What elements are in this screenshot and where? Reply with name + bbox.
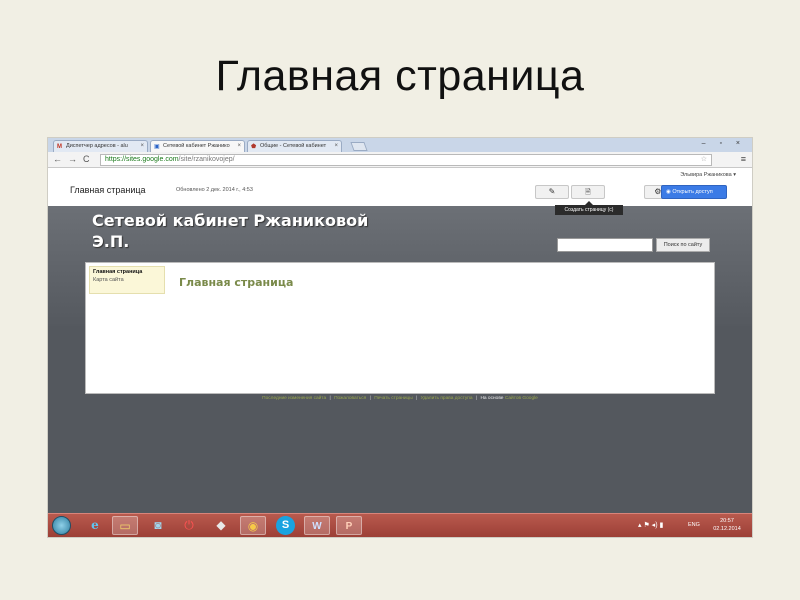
- forward-arrow-icon[interactable]: →: [68, 154, 77, 164]
- tab-shared[interactable]: ⬟ Общие - Сетевой кабинет ×: [247, 140, 342, 152]
- new-page-tooltip: Создать страницу (c): [555, 201, 623, 215]
- account-menu[interactable]: Эльвира Ржаникова ▾: [680, 172, 736, 178]
- tab-gmail[interactable]: M Диспетчер адресов - alu ×: [53, 140, 148, 152]
- clock-date: 02.12.2014: [713, 526, 741, 532]
- clock[interactable]: 20:57 02.12.2014: [708, 517, 746, 533]
- url-host: https://sites.google.com: [105, 156, 179, 163]
- footer-separator: |: [475, 396, 478, 401]
- powerpoint-icon[interactable]: P: [336, 516, 362, 535]
- shield-icon: ⬟: [251, 144, 257, 150]
- site-footer: Последние изменения сайта | Пожаловаться…: [48, 396, 752, 401]
- reload-icon[interactable]: C: [83, 154, 90, 164]
- share-label: Открыть доступ: [672, 189, 713, 195]
- sites-header: Эльвира Ржаникова ▾ Главная страница Обн…: [48, 168, 752, 206]
- back-arrow-icon[interactable]: ←: [53, 154, 62, 164]
- content-panel: Главная страница Карта сайта Главная стр…: [85, 262, 715, 394]
- updated-timestamp: Обновлено 2 дек. 2014 г., 4:53: [176, 187, 253, 193]
- edit-page-button[interactable]: ✎: [535, 185, 569, 199]
- url-path: /site/rzanikovojep/: [178, 156, 235, 163]
- footer-separator: |: [329, 396, 331, 401]
- file-explorer-icon[interactable]: ▭: [112, 516, 138, 535]
- power-app-icon[interactable]: ⏻: [176, 516, 202, 535]
- chrome-icon[interactable]: ◉: [240, 516, 266, 535]
- new-tab-button[interactable]: [350, 142, 368, 151]
- footer-link-remove-access[interactable]: Удалить права доступа: [421, 396, 473, 401]
- footer-link-recent-activity[interactable]: Последние изменения сайта: [262, 396, 326, 401]
- bookmark-star-icon[interactable]: ☆: [701, 155, 707, 163]
- close-icon[interactable]: ×: [334, 143, 338, 149]
- sidebar: Главная страница Карта сайта: [89, 266, 165, 294]
- windows-taskbar: e ▭ ◙ ⏻ ◆ ◉ S W P ▴ ⚑ ◂) ▮ ENG 20:57 02.…: [48, 513, 752, 537]
- google-sites-icon: ▣: [154, 144, 160, 150]
- navigation-bar: ← → C https://sites.google.com/site/rzan…: [48, 152, 752, 168]
- slide-title: Главная страница: [215, 52, 585, 100]
- close-icon[interactable]: ×: [140, 143, 144, 149]
- footer-separator: |: [416, 396, 418, 401]
- skype-app-icon[interactable]: ◙: [145, 516, 171, 535]
- clock-time: 20:57: [720, 518, 734, 524]
- pencil-icon: ✎: [548, 187, 556, 196]
- tab-strip: M Диспетчер адресов - alu × ▣ Сетевой ка…: [48, 138, 752, 152]
- word-icon[interactable]: W: [304, 516, 330, 535]
- browser-menu-icon[interactable]: ≡: [741, 154, 746, 164]
- new-page-icon: 🗎: [585, 189, 591, 196]
- address-bar[interactable]: https://sites.google.com/site/rzanikovoj…: [100, 154, 712, 166]
- media-app-icon[interactable]: ◆: [208, 516, 234, 535]
- sidebar-item-sitemap[interactable]: Карта сайта: [90, 275, 164, 283]
- content-title: Главная страница: [179, 276, 294, 289]
- share-button[interactable]: ◉ Открыть доступ: [661, 185, 727, 199]
- sidebar-item-home[interactable]: Главная страница: [90, 267, 164, 275]
- site-search-input[interactable]: [557, 238, 653, 252]
- tab-label: Общие - Сетевой кабинет: [260, 143, 327, 149]
- browser-screenshot: M Диспетчер адресов - alu × ▣ Сетевой ка…: [48, 138, 752, 537]
- internet-explorer-icon[interactable]: e: [82, 516, 108, 535]
- tab-label: Диспетчер адресов - alu: [66, 143, 128, 149]
- site-search-button[interactable]: Поиск по сайту: [656, 238, 710, 252]
- tab-google-sites[interactable]: ▣ Сетевой кабинет Ржанико ×: [150, 140, 245, 152]
- gmail-icon: M: [57, 144, 62, 150]
- footer-link-report[interactable]: Пожаловаться: [334, 396, 366, 401]
- new-page-button[interactable]: 🗎: [571, 185, 605, 199]
- system-tray-icons[interactable]: ▴ ⚑ ◂) ▮: [638, 521, 663, 529]
- site-name[interactable]: Сетевой кабинет Ржаниковой Э.П.: [92, 210, 392, 252]
- window-controls[interactable]: – ▫ ×: [702, 140, 746, 147]
- tab-label: Сетевой кабинет Ржанико: [163, 143, 230, 149]
- page-title: Главная страница: [70, 185, 146, 195]
- close-icon[interactable]: ×: [237, 143, 241, 149]
- footer-link-print[interactable]: Печать страницы: [374, 396, 413, 401]
- footer-separator: |: [369, 396, 371, 401]
- footer-link-google-sites[interactable]: Сайтов Google: [505, 396, 538, 401]
- skype-icon[interactable]: S: [276, 516, 295, 535]
- start-button[interactable]: [52, 516, 71, 535]
- footer-powered-by: На основе: [480, 396, 504, 401]
- language-indicator[interactable]: ENG: [688, 522, 700, 528]
